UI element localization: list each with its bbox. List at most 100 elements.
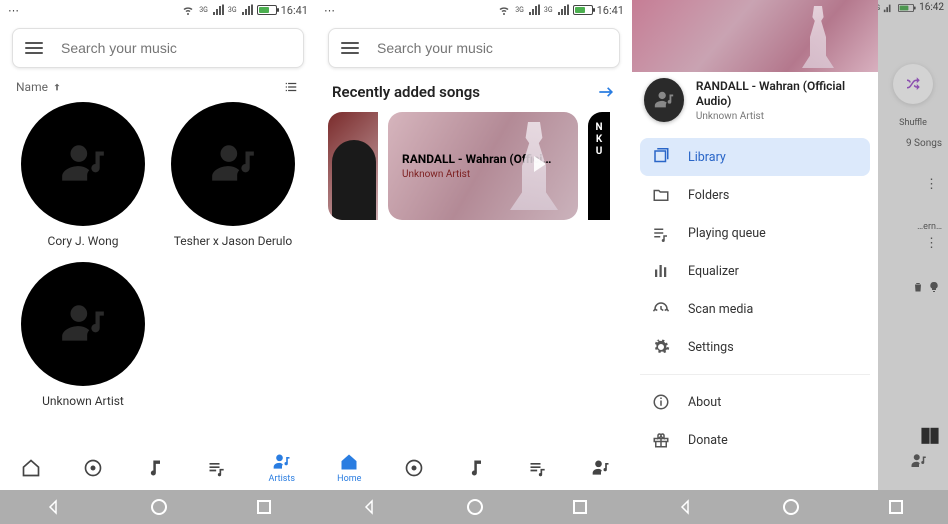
gift-icon (652, 431, 670, 449)
menu-queue[interactable]: Playing queue (640, 214, 870, 252)
arrow-up-icon (52, 82, 62, 92)
arrow-right-icon[interactable] (596, 82, 616, 102)
menu-donate[interactable]: Donate (640, 421, 870, 459)
artist-item[interactable]: Tesher x Jason Derulo (158, 102, 308, 248)
menu-label: Donate (688, 433, 728, 448)
search-input[interactable] (375, 39, 607, 57)
menu-label: Scan media (688, 302, 753, 317)
equalizer-icon (652, 262, 670, 280)
bottom-nav: Home (316, 446, 632, 490)
info-icon (652, 393, 670, 411)
menu-icon[interactable] (25, 39, 43, 57)
signal-icon (528, 4, 540, 16)
search-bar[interactable] (12, 28, 304, 68)
android-nav (0, 490, 316, 524)
note-icon (466, 458, 486, 478)
menu-icon[interactable] (341, 39, 359, 57)
artist-icon (272, 452, 292, 472)
recents-icon[interactable] (572, 499, 588, 515)
recents-icon[interactable] (888, 499, 904, 515)
recent-card-next[interactable]: N K U (588, 112, 610, 220)
signal-icon (212, 4, 224, 16)
playlist-icon (207, 458, 227, 478)
shuffle-button[interactable] (893, 64, 933, 104)
artist-item[interactable]: Unknown Artist (8, 262, 158, 408)
menu-label: Folders (688, 188, 729, 203)
card3-line: U (596, 146, 603, 158)
panel-artists: ⋯ 3G 3G 16:41 Name Cory J. Wong (0, 0, 316, 524)
tab-home-label: Home (337, 474, 361, 484)
bottom-nav: Artists (0, 446, 316, 490)
artist-icon (591, 458, 611, 478)
recent-cards[interactable]: RANDALL - Wahran (Offici… Unknown Artist… (316, 112, 632, 220)
tab-artists[interactable]: Artists (269, 452, 296, 484)
search-bar[interactable] (328, 28, 620, 68)
panel-drawer: 3G 3G 16:42 Shuffle 9 Songs ⋮ …ern… ⋮ ▮▮ (632, 0, 948, 524)
artist-avatar (21, 102, 145, 226)
battery-icon (257, 5, 277, 15)
tab-playlists[interactable] (528, 458, 548, 478)
now-playing[interactable]: RANDALL - Wahran (Official Audio) Unknow… (632, 72, 878, 134)
card3-line: N (595, 122, 602, 134)
trash-icon[interactable] (912, 281, 924, 293)
bulb-icon[interactable] (928, 281, 940, 293)
home-icon (339, 452, 359, 472)
tab-albums[interactable] (466, 458, 486, 478)
truncated-label: …ern… (878, 222, 948, 232)
songs-count: 9 Songs (878, 138, 948, 149)
search-input[interactable] (59, 39, 291, 57)
scrim: 3G 3G 16:42 Shuffle 9 Songs ⋮ …ern… ⋮ ▮▮ (878, 0, 948, 524)
tab-albums[interactable] (145, 458, 165, 478)
menu-settings[interactable]: Settings (640, 328, 870, 366)
play-icon[interactable] (534, 156, 546, 172)
sort-button[interactable]: Name (16, 80, 62, 94)
tab-playlists[interactable] (207, 458, 227, 478)
drawer-header-art (632, 0, 878, 72)
note-icon (145, 458, 165, 478)
person-note-icon (653, 89, 675, 111)
signal-icon-2 (557, 4, 569, 16)
home-icon (21, 458, 41, 478)
status-bar: ⋯ 3G 3G 16:41 (0, 0, 316, 20)
back-icon[interactable] (44, 498, 62, 516)
artist-item[interactable]: Cory J. Wong (8, 102, 158, 248)
wifi-icon (497, 4, 511, 16)
recent-card[interactable]: RANDALL - Wahran (Offici… Unknown Artist (388, 112, 578, 220)
home-nav-icon[interactable] (150, 498, 168, 516)
pause-icon[interactable]: ▮▮ (920, 422, 938, 446)
menu-label: Library (688, 150, 726, 165)
menu-library[interactable]: Library (640, 138, 870, 176)
shuffle-label: Shuffle (899, 118, 927, 128)
home-nav-icon[interactable] (782, 498, 800, 516)
queue-icon (652, 224, 670, 242)
tab-artists[interactable] (591, 458, 611, 478)
now-playing-title: RANDALL - Wahran (Official Audio) (696, 79, 866, 109)
battery-icon (573, 5, 593, 15)
artist-tab-icon[interactable] (910, 452, 928, 474)
recents-icon[interactable] (256, 499, 272, 515)
tab-songs[interactable] (404, 458, 424, 478)
more-icon[interactable]: ⋮ (925, 236, 948, 251)
status-bar: ⋯ 3G 3G 16:41 (316, 0, 632, 20)
menu-about[interactable]: About (640, 383, 870, 421)
disc-icon (404, 458, 424, 478)
android-nav (316, 490, 632, 524)
menu-equalizer[interactable]: Equalizer (640, 252, 870, 290)
more-icon[interactable]: ⋮ (925, 177, 948, 192)
recent-card-prev[interactable] (328, 112, 378, 220)
scan-icon (652, 300, 670, 318)
artist-name: Tesher x Jason Derulo (158, 234, 308, 248)
status-time: 16:41 (281, 4, 308, 17)
list-view-icon[interactable] (282, 80, 300, 94)
tab-home[interactable] (21, 458, 41, 478)
tab-home[interactable]: Home (337, 452, 361, 484)
home-nav-icon[interactable] (466, 498, 484, 516)
nav-drawer: RANDALL - Wahran (Official Audio) Unknow… (632, 0, 878, 524)
library-icon (652, 148, 670, 166)
menu-scan[interactable]: Scan media (640, 290, 870, 328)
now-playing-art (644, 78, 684, 122)
menu-folders[interactable]: Folders (640, 176, 870, 214)
back-icon[interactable] (676, 498, 694, 516)
tab-songs[interactable] (83, 458, 103, 478)
back-icon[interactable] (360, 498, 378, 516)
